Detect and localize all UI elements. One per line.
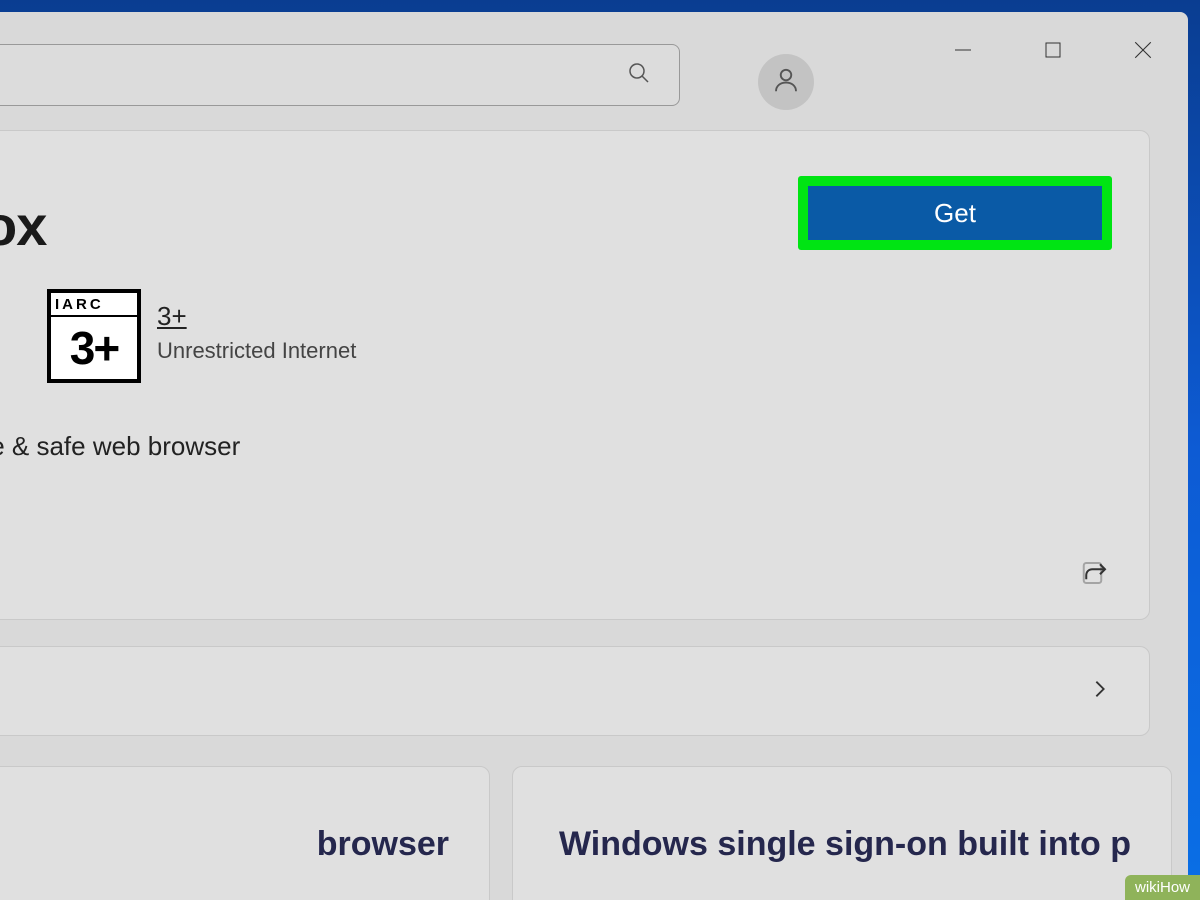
get-button-highlight: Get	[798, 176, 1112, 250]
feature-cards-row: browser Windows single sign-on built int…	[0, 766, 1182, 900]
app-tagline: te & safe web browser	[0, 431, 240, 462]
rating-text-block: 3+ Unrestricted Internet	[157, 301, 356, 364]
maximize-icon	[1044, 41, 1062, 64]
feature-card-sso[interactable]: Windows single sign-on built into p	[512, 766, 1172, 900]
person-icon	[771, 65, 801, 100]
app-title: ox	[0, 193, 46, 258]
share-icon	[1080, 558, 1110, 593]
feature-title: Windows single sign-on built into p	[523, 825, 1161, 864]
search-box[interactable]	[0, 44, 680, 106]
rating-age-link[interactable]: 3+	[157, 301, 356, 332]
get-button[interactable]: Get	[808, 186, 1102, 240]
profile-button[interactable]	[758, 54, 814, 110]
feature-title: browser	[0, 825, 479, 864]
window-controls	[918, 12, 1188, 92]
feature-card-browser[interactable]: browser	[0, 766, 490, 900]
maximize-button[interactable]	[1008, 12, 1098, 92]
close-icon	[1133, 40, 1153, 65]
store-window: ox Get IARC 3+ 3+ Unrestricted Internet …	[0, 12, 1188, 900]
app-details-card: ox Get IARC 3+ 3+ Unrestricted Internet …	[0, 130, 1150, 620]
wikihow-watermark: wikiHow	[1125, 875, 1200, 900]
iarc-label: IARC	[51, 293, 137, 315]
rating-descriptor: Unrestricted Internet	[157, 338, 356, 364]
search-icon	[627, 61, 651, 90]
iarc-age: 3+	[51, 317, 137, 379]
section-row[interactable]	[0, 646, 1150, 736]
chevron-right-icon	[1089, 678, 1111, 705]
iarc-rating-badge: IARC 3+	[47, 289, 141, 383]
close-button[interactable]	[1098, 12, 1188, 92]
share-button[interactable]	[1075, 555, 1115, 595]
minimize-icon	[954, 41, 972, 64]
minimize-button[interactable]	[918, 12, 1008, 92]
get-button-label: Get	[934, 198, 976, 229]
